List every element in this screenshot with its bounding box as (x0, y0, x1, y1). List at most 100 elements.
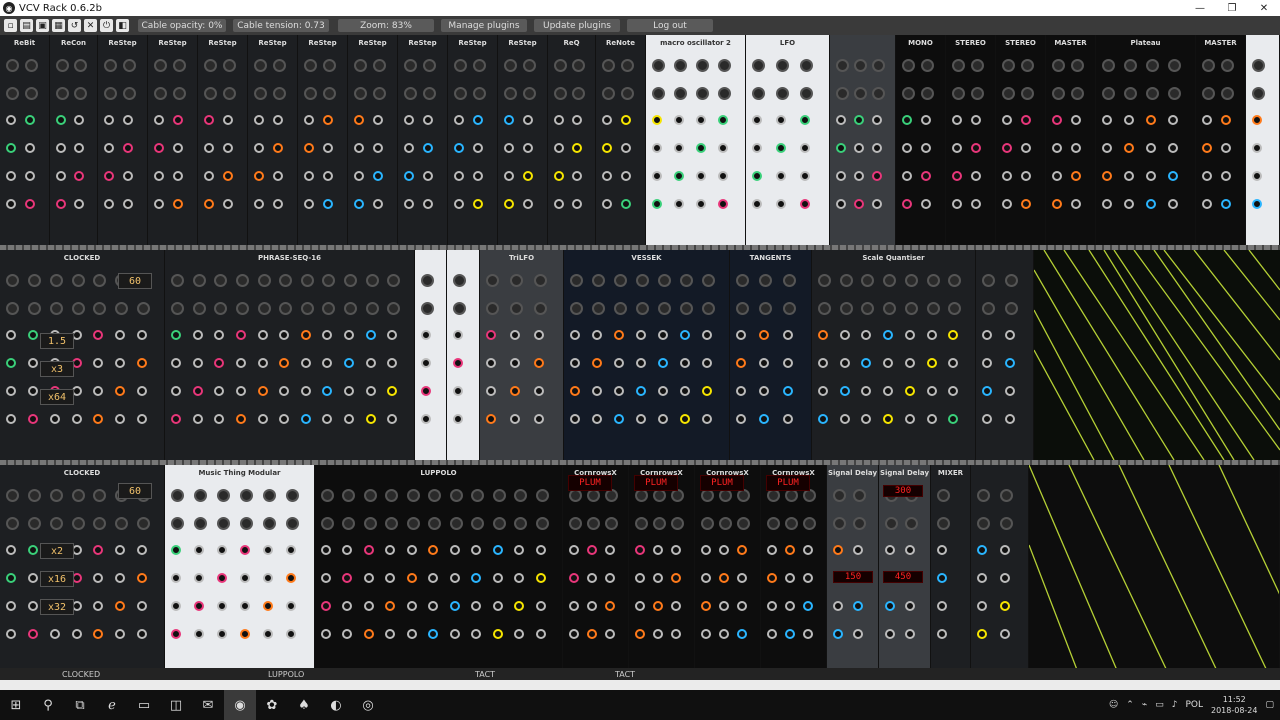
jack-port[interactable] (104, 115, 114, 125)
jack-port[interactable] (6, 545, 16, 555)
search-icon[interactable]: ⚲ (32, 690, 64, 720)
knob[interactable] (872, 87, 885, 100)
knob[interactable] (473, 87, 486, 100)
knob[interactable] (423, 87, 436, 100)
jack-port[interactable] (718, 115, 728, 125)
jack-port[interactable] (1021, 199, 1031, 209)
jack-port[interactable] (342, 601, 353, 611)
knob[interactable] (154, 59, 167, 72)
jack-port[interactable] (861, 386, 872, 396)
jack-port[interactable] (782, 386, 793, 396)
jack-port[interactable] (1124, 171, 1134, 181)
knob[interactable] (263, 489, 276, 502)
jack-port[interactable] (1221, 199, 1231, 209)
jack-port[interactable] (406, 545, 417, 555)
jack-port[interactable] (952, 171, 962, 181)
jack-port[interactable] (926, 414, 937, 424)
save-as-icon[interactable]: ▦ (52, 19, 65, 32)
jack-port[interactable] (554, 143, 564, 153)
jack-port[interactable] (701, 629, 711, 639)
module-panel[interactable]: ReQ (548, 35, 596, 245)
knob[interactable] (240, 517, 253, 530)
jack-port[interactable] (696, 171, 706, 181)
jack-port[interactable] (948, 330, 959, 340)
jack-port[interactable] (217, 573, 227, 583)
knob[interactable] (652, 59, 665, 72)
knob[interactable] (569, 517, 582, 530)
module-rack[interactable]: ReBit ReCon ReStep ReStep ReStep ReStep ReStep… (0, 35, 1280, 680)
jack-port[interactable] (861, 414, 872, 424)
jack-port[interactable] (937, 629, 947, 639)
jack-port[interactable] (1202, 115, 1212, 125)
jack-port[interactable] (534, 386, 544, 396)
jack-port[interactable] (257, 358, 268, 368)
jack-port[interactable] (323, 143, 333, 153)
jack-port[interactable] (154, 171, 164, 181)
jack-port[interactable] (504, 143, 514, 153)
jack-port[interactable] (1005, 330, 1015, 340)
jack-port[interactable] (449, 601, 460, 611)
jack-port[interactable] (971, 143, 981, 153)
jack-port[interactable] (803, 601, 813, 611)
knob[interactable] (982, 274, 995, 287)
jack-port[interactable] (449, 629, 460, 639)
jack-port[interactable] (385, 545, 396, 555)
jack-port[interactable] (27, 629, 38, 639)
jack-port[interactable] (696, 199, 706, 209)
jack-port[interactable] (854, 199, 864, 209)
jack-port[interactable] (572, 115, 582, 125)
jack-port[interactable] (614, 358, 624, 368)
knob[interactable] (204, 87, 217, 100)
jack-port[interactable] (1071, 171, 1081, 181)
knob[interactable] (776, 87, 789, 100)
jack-port[interactable] (1071, 143, 1081, 153)
jack-port[interactable] (1124, 115, 1134, 125)
jack-port[interactable] (25, 115, 35, 125)
knob[interactable] (344, 274, 358, 287)
jack-port[interactable] (214, 358, 225, 368)
jack-port[interactable] (27, 545, 38, 555)
knob[interactable] (6, 489, 19, 502)
jack-port[interactable] (286, 545, 296, 555)
jack-port[interactable] (194, 545, 204, 555)
knob[interactable] (952, 87, 965, 100)
knob[interactable] (1146, 59, 1159, 72)
knob[interactable] (1005, 274, 1018, 287)
jack-port[interactable] (719, 601, 729, 611)
jack-port[interactable] (486, 414, 496, 424)
jack-port[interactable] (235, 414, 246, 424)
jack-port[interactable] (523, 115, 533, 125)
jack-port[interactable] (658, 330, 668, 340)
knob[interactable] (286, 489, 299, 502)
jack-port[interactable] (952, 115, 962, 125)
knob[interactable] (204, 59, 217, 72)
jack-port[interactable] (926, 358, 937, 368)
knob[interactable] (737, 517, 750, 530)
jack-port[interactable] (342, 629, 353, 639)
jack-port[interactable] (1146, 143, 1156, 153)
knob[interactable] (696, 87, 709, 100)
knob[interactable] (492, 517, 506, 530)
knob[interactable] (1000, 489, 1013, 502)
knob[interactable] (718, 87, 731, 100)
module-panel[interactable]: CornrowsX (563, 465, 629, 675)
jack-port[interactable] (971, 199, 981, 209)
jack-port[interactable] (635, 573, 645, 583)
jack-port[interactable] (93, 629, 104, 639)
jack-port[interactable] (570, 330, 580, 340)
vcv-rack-taskbar-icon[interactable]: ◉ (224, 690, 256, 720)
jack-port[interactable] (905, 601, 915, 611)
jack-port[interactable] (636, 358, 646, 368)
jack-port[interactable] (1002, 115, 1012, 125)
jack-port[interactable] (27, 386, 38, 396)
knob[interactable] (621, 59, 634, 72)
revert-icon[interactable]: ↺ (68, 19, 81, 32)
module-panel[interactable]: ReStep (448, 35, 498, 245)
jack-port[interactable] (926, 330, 937, 340)
jack-port[interactable] (204, 171, 214, 181)
knob[interactable] (736, 302, 749, 315)
jack-port[interactable] (883, 414, 894, 424)
knob[interactable] (510, 302, 523, 315)
knob[interactable] (273, 87, 286, 100)
jack-port[interactable] (406, 601, 417, 611)
